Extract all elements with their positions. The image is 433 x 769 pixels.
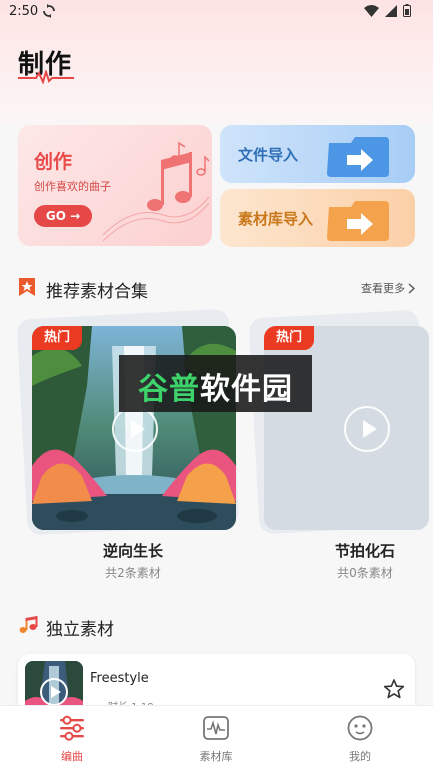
nav-label: 编曲 — [61, 750, 83, 763]
status-time: 2:50 — [9, 4, 39, 19]
waveform-icon — [203, 716, 229, 740]
watermark-text: 谷普软件园 — [119, 364, 312, 408]
independent-header: 独立素材 — [18, 614, 415, 640]
play-icon[interactable] — [112, 406, 158, 452]
see-more-label: 查看更多 — [361, 282, 405, 295]
face-icon — [347, 715, 373, 741]
watermark-part-2: 软件园 — [200, 372, 293, 407]
signal-icon — [385, 4, 397, 17]
nav-label: 素材库 — [199, 750, 233, 763]
go-button[interactable]: GO → — [34, 205, 92, 227]
title-wave-decoration — [18, 70, 74, 84]
recommended-header: 推荐素材合集 查看更多 — [18, 276, 415, 302]
hot-badge: 热门 — [32, 326, 82, 350]
album-card[interactable]: 热门 逆向生长 共2条素材 — [16, 308, 248, 580]
sync-icon — [43, 4, 55, 18]
sliders-icon — [60, 715, 84, 741]
music-notes-icon — [103, 141, 210, 242]
wifi-icon — [364, 4, 379, 17]
track-name: Freestyle — [90, 671, 149, 686]
status-bar: 2:50 — [0, 0, 433, 24]
watermark-part-1: 谷普 — [138, 372, 200, 407]
library-import-label: 素材库导入 — [238, 210, 314, 228]
library-import-card[interactable]: 素材库导入 — [220, 189, 415, 247]
folder-import-icon — [327, 137, 389, 177]
nav-item-profile[interactable]: 我的 — [288, 706, 432, 769]
recommended-title: 推荐素材合集 — [46, 282, 148, 302]
independent-title: 独立素材 — [46, 620, 114, 640]
chevron-right-icon — [408, 282, 415, 294]
album-count: 共2条素材 — [105, 566, 161, 580]
album-title-text: 节拍化石 — [334, 542, 395, 560]
nav-item-compose[interactable]: 编曲 — [0, 706, 144, 769]
play-icon[interactable] — [344, 406, 390, 452]
watermark-overlay: 谷普软件园 — [119, 355, 312, 412]
star-icon[interactable] — [383, 678, 405, 700]
bottom-nav: 编曲 素材库 我的 — [0, 705, 433, 769]
go-label: GO — [45, 209, 66, 223]
see-more-link[interactable]: 查看更多 — [361, 280, 415, 296]
track-play-icon[interactable] — [40, 678, 68, 706]
battery-icon — [403, 4, 411, 17]
album-title: 逆向生长 — [102, 542, 163, 560]
album-count: 共0条素材 — [337, 566, 393, 580]
music-note-icon — [19, 616, 38, 633]
file-import-label: 文件导入 — [238, 146, 299, 164]
nav-item-library[interactable]: 素材库 — [144, 706, 288, 769]
album-card[interactable]: 热门 节拍化石 共0条素材 — [248, 309, 433, 580]
arrow-right-icon: → — [70, 209, 81, 223]
folder-library-icon — [327, 201, 389, 241]
create-card-title: 创作 — [34, 151, 73, 173]
hot-badge: 热门 — [264, 326, 314, 350]
create-card[interactable]: 创作 创作喜欢的曲子 GO → — [18, 125, 212, 246]
status-indicators — [364, 4, 411, 17]
bookmark-star-icon — [19, 278, 35, 296]
nav-label: 我的 — [349, 750, 371, 763]
file-import-card[interactable]: 文件导入 — [220, 125, 415, 183]
album-title: 节拍化石 — [250, 540, 433, 561]
create-card-subtitle: 创作喜欢的曲子 — [34, 180, 111, 193]
